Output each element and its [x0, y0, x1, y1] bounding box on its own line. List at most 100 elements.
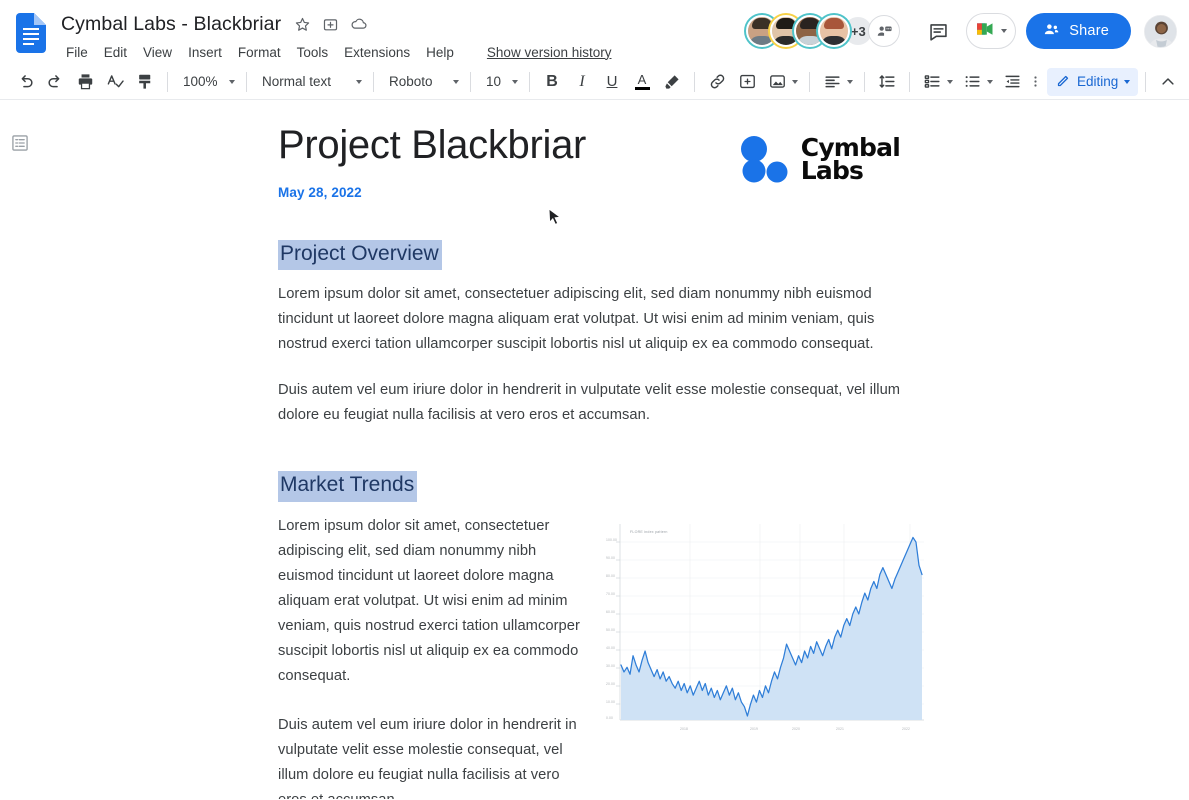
chevron-down-icon[interactable]	[1001, 29, 1007, 33]
menu-item-file[interactable]: File	[58, 43, 96, 62]
pencil-icon	[1056, 73, 1071, 91]
line-spacing-icon[interactable]	[873, 68, 901, 96]
chevron-down-icon	[453, 80, 459, 84]
highlight-icon[interactable]	[658, 68, 686, 96]
chart-ytick-label: 0.00	[606, 716, 613, 720]
bold-button[interactable]: B	[538, 68, 566, 96]
heading-market-trends: Market Trends	[278, 471, 417, 501]
redo-icon[interactable]	[41, 68, 69, 96]
cymbal-logo-line2: Labs	[801, 159, 900, 182]
chart-title: FLORE index pattern	[630, 530, 668, 534]
toolbar-divider	[373, 72, 374, 92]
share-button[interactable]: Share	[1026, 13, 1131, 49]
paragraph-style-value: Normal text	[262, 74, 331, 89]
chart-xtick-label: 2020	[792, 727, 800, 731]
editing-mode-button[interactable]: Editing	[1047, 68, 1138, 96]
zoom-select[interactable]: 100%	[175, 68, 239, 96]
more-options-icon[interactable]	[1028, 68, 1042, 96]
menu-item-tools[interactable]: Tools	[289, 43, 337, 62]
chart-box: FLORE index pattern 100.00 90.00 80.00 7…	[604, 518, 924, 733]
market-trends-body: FLORE index pattern 100.00 90.00 80.00 7…	[278, 502, 924, 800]
embedded-chart-image[interactable]: FLORE index pattern 100.00 90.00 80.00 7…	[604, 518, 924, 733]
checklist-button[interactable]	[917, 68, 957, 96]
presence-chat-icon[interactable]	[868, 15, 900, 47]
show-version-history-link[interactable]: Show version history	[487, 45, 612, 60]
cloud-saved-icon[interactable]	[349, 15, 368, 34]
insert-link-icon[interactable]	[703, 68, 731, 96]
menu-bar: File Edit View Insert Format Tools Exten…	[58, 41, 611, 63]
show-outline-icon[interactable]	[10, 133, 30, 153]
paragraph-overview-2: Duis autem vel eum iriure dolor in hendr…	[278, 378, 924, 428]
toolbar-divider	[470, 72, 471, 92]
toolbar-divider	[167, 72, 168, 92]
chart-ytick-label: 40.00	[606, 646, 615, 650]
document-date: May 28, 2022	[278, 185, 924, 200]
menu-item-format[interactable]: Format	[230, 43, 289, 62]
undo-icon[interactable]	[11, 68, 39, 96]
chevron-down-icon	[792, 80, 798, 84]
align-button[interactable]	[817, 68, 857, 96]
collaborator-avatar-4[interactable]	[818, 15, 850, 47]
collapse-menu-icon[interactable]	[1154, 68, 1182, 96]
font-family-value: Roboto	[389, 74, 433, 89]
chart-ytick-label: 50.00	[606, 628, 615, 632]
paragraph-overview-1: Lorem ipsum dolor sit amet, consectetuer…	[278, 282, 924, 357]
bulleted-list-button[interactable]	[957, 68, 997, 96]
chevron-down-icon	[512, 80, 518, 84]
collaborator-avatars: +3	[746, 15, 900, 47]
text-color-button[interactable]: A	[628, 68, 656, 96]
move-to-folder-icon[interactable]	[321, 15, 340, 34]
paragraph-style-select[interactable]: Normal text	[254, 68, 366, 96]
paint-format-icon[interactable]	[131, 68, 159, 96]
google-meet-button[interactable]	[966, 13, 1016, 49]
docs-logo-icon[interactable]	[16, 13, 46, 53]
google-meet-icon	[973, 18, 999, 45]
font-size-select[interactable]: 10	[478, 68, 522, 96]
italic-button[interactable]: I	[568, 68, 596, 96]
title-and-menu: Cymbal Labs - Blackbriar	[58, 8, 611, 63]
app-header: Cymbal Labs - Blackbriar	[0, 0, 1189, 64]
chart-ytick-label: 20.00	[606, 682, 615, 686]
chevron-down-icon	[847, 80, 853, 84]
account-avatar[interactable]	[1144, 15, 1177, 48]
spellcheck-icon[interactable]	[101, 68, 129, 96]
document-canvas: Project Blackbriar Cymbal Labs May 28, 2…	[0, 100, 1189, 799]
chart-xtick-label: 2018	[680, 727, 688, 731]
section-market-trends: Market Trends	[278, 471, 924, 799]
chart-ytick-label: 90.00	[606, 556, 615, 560]
document-page[interactable]: Project Blackbriar Cymbal Labs May 28, 2…	[242, 100, 954, 799]
market-trends-text-column: Lorem ipsum dolor sit amet, consectetuer…	[278, 502, 580, 800]
add-comment-icon[interactable]	[733, 68, 761, 96]
toolbar-divider	[246, 72, 247, 92]
menu-item-extensions[interactable]: Extensions	[336, 43, 418, 62]
star-icon[interactable]	[293, 15, 312, 34]
underline-button[interactable]: U	[598, 68, 626, 96]
section-project-overview: Project Overview Lorem ipsum dolor sit a…	[278, 240, 924, 428]
chevron-down-icon	[1124, 80, 1130, 84]
font-family-select[interactable]: Roboto	[381, 68, 463, 96]
menu-item-insert[interactable]: Insert	[180, 43, 230, 62]
cymbal-logo-mark	[736, 135, 790, 183]
chart-xtick-label: 2021	[836, 727, 844, 731]
align-left-icon	[818, 68, 846, 96]
comments-icon[interactable]	[918, 11, 958, 51]
formatting-toolbar: 100% Normal text Roboto 10 B I U A	[0, 64, 1189, 100]
chart-ytick-label: 100.00	[606, 538, 617, 542]
menu-item-edit[interactable]: Edit	[96, 43, 135, 62]
menu-item-view[interactable]: View	[135, 43, 180, 62]
chevron-down-icon	[987, 80, 993, 84]
insert-image-icon	[763, 68, 791, 96]
chart-xtick-label: 2019	[750, 727, 758, 731]
checklist-icon	[918, 68, 946, 96]
chart-xtick-label: 2022	[902, 727, 910, 731]
menu-item-help[interactable]: Help	[418, 43, 462, 62]
toolbar-divider	[809, 72, 810, 92]
paragraph-trends-2: Duis autem vel eum iriure dolor in hendr…	[278, 713, 580, 800]
print-icon[interactable]	[71, 68, 99, 96]
editing-mode-label: Editing	[1077, 74, 1118, 89]
document-title[interactable]: Cymbal Labs - Blackbriar	[58, 12, 284, 37]
chart-ytick-label: 80.00	[606, 574, 615, 578]
decrease-indent-icon[interactable]	[998, 68, 1026, 96]
chart-ytick-label: 70.00	[606, 592, 615, 596]
insert-image-button[interactable]	[762, 68, 802, 96]
